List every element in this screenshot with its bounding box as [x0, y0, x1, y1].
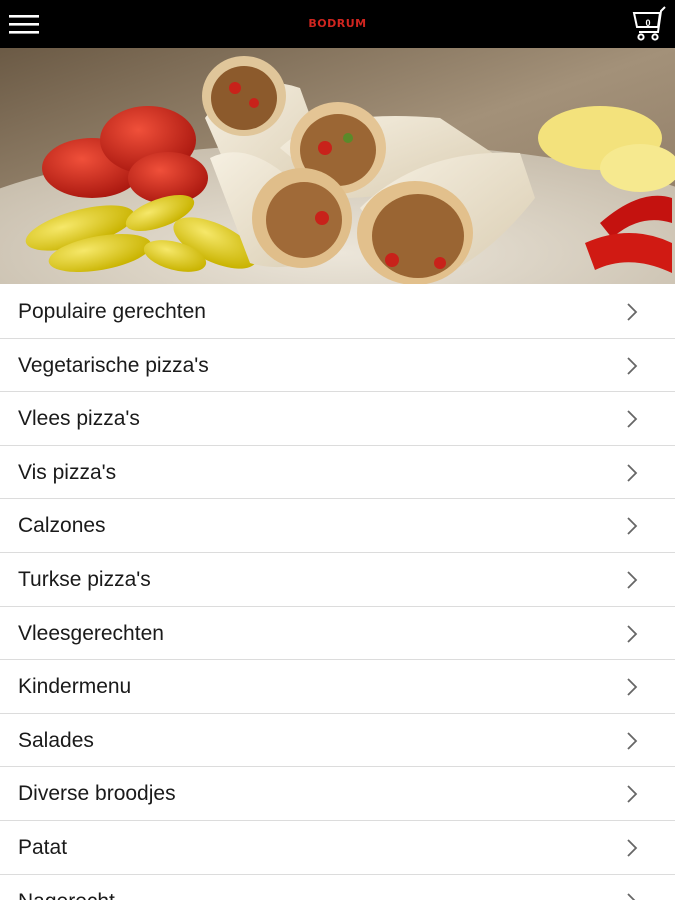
category-label: Vleesgerechten — [18, 621, 164, 645]
category-item-vis-pizzas[interactable]: Vis pizza's — [0, 445, 675, 500]
category-label: Populaire gerechten — [18, 300, 206, 323]
category-item-vlees-pizzas[interactable]: Vlees pizza's — [0, 392, 675, 446]
chevron-right-icon — [627, 785, 638, 803]
category-item-calzones[interactable]: Calzones — [0, 499, 675, 553]
chevron-right-icon — [627, 571, 638, 589]
category-label: Patat — [18, 835, 68, 859]
chevron-right-icon — [627, 892, 636, 900]
category-label: Turkse pizza's — [18, 567, 151, 591]
category-item-vegetarische-pizzas[interactable]: Vegetarische pizza's — [0, 338, 675, 393]
category-label: Calzones — [18, 514, 106, 538]
category-label: Nagerecht — [18, 889, 115, 900]
category-item-salades[interactable]: Salades — [0, 713, 675, 768]
category-item-kindermenu[interactable]: Kindermenu — [0, 660, 675, 714]
chevron-right-icon — [627, 517, 638, 536]
category-item-turkse-pizzas[interactable]: Turkse pizza's — [0, 552, 675, 607]
category-item-patat[interactable]: Patat — [0, 820, 675, 875]
category-label: Kindermenu — [18, 675, 132, 699]
category-label: Salades — [18, 728, 94, 752]
category-item-nagerecht[interactable]: Nagerecht — [0, 874, 675, 900]
category-item-populaire-gerechten[interactable]: Populaire gerechten — [0, 285, 675, 339]
chevron-right-icon — [627, 624, 638, 643]
chevron-right-icon — [627, 356, 638, 375]
chevron-right-icon — [627, 732, 638, 750]
chevron-right-icon — [627, 678, 638, 696]
chevron-right-icon — [627, 464, 638, 482]
category-label: Diverse broodjes — [18, 782, 176, 806]
category-item-vleesgerechten[interactable]: Vleesgerechten — [0, 606, 675, 661]
category-item-diverse-broodjes[interactable]: Diverse broodjes — [0, 767, 675, 821]
app-title: BODRUM — [308, 17, 367, 30]
category-label: Vegetarische pizza's — [18, 353, 209, 377]
chevron-right-icon — [627, 410, 638, 428]
category-label: Vlees pizza's — [18, 407, 140, 431]
category-label: Vis pizza's — [18, 460, 117, 484]
cart-button[interactable]: 0 — [632, 5, 672, 43]
top-app-bar: BODRUM 0 — [0, 0, 675, 48]
cart-count-badge: 0 — [645, 18, 651, 28]
chevron-right-icon — [627, 839, 638, 857]
chevron-right-icon — [627, 303, 638, 321]
category-list: Populaire gerechten Vegetarische pizza's… — [0, 285, 675, 900]
wraps-banner-image — [0, 48, 675, 284]
